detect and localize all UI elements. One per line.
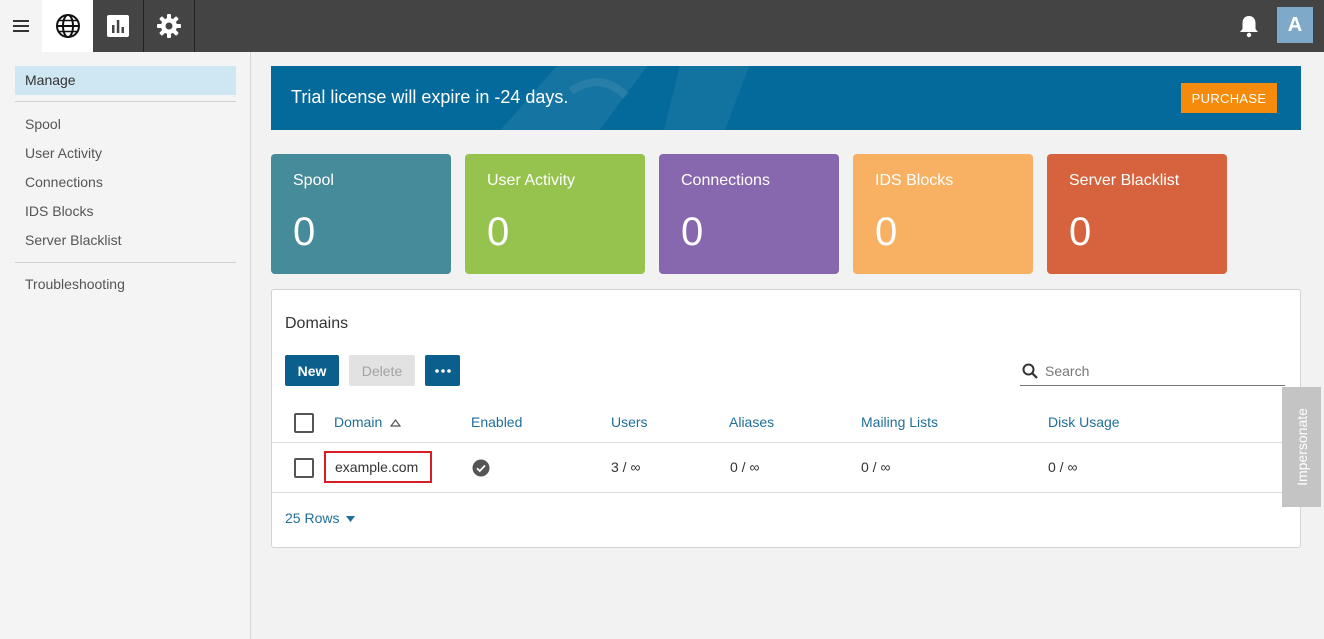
card-value: 0 [1069,210,1092,254]
hamburger-icon [13,20,29,32]
sidebar-divider [15,262,236,263]
delete-button[interactable]: Delete [349,355,415,386]
column-header-label: Domain [334,414,383,430]
more-horizontal-icon [434,368,451,373]
sidebar-item-connections[interactable]: Connections [25,174,103,190]
mailing-lists-value: 0 / ∞ [861,459,891,475]
card-title: Server Blacklist [1069,172,1180,189]
top-bar: A [0,0,1324,52]
sidebar-item-user-activity[interactable]: User Activity [25,145,102,161]
panel-title: Domains [285,315,349,332]
card-value: 0 [293,210,316,254]
card-user-activity[interactable]: User Activity 0 [465,154,645,274]
trial-banner: Trial license will expire in -24 days. P… [271,66,1301,130]
row-checkbox[interactable] [294,458,314,478]
card-title: IDS Blocks [875,172,954,189]
check-circle-icon [472,459,490,477]
card-title: Connections [681,172,770,189]
tab-settings[interactable] [144,0,195,52]
domain-link[interactable]: example.com [324,451,432,483]
row-divider [272,492,1300,493]
row-divider [272,442,1300,443]
new-button[interactable]: New [285,355,339,386]
card-ids-blocks[interactable]: IDS Blocks 0 [853,154,1033,274]
disk-usage-value: 0 / ∞ [1048,459,1078,475]
sort-asc-icon [389,419,402,427]
users-value: 3 / ∞ [611,459,641,475]
rows-per-page-dropdown[interactable]: 25 Rows [285,510,356,526]
bell-icon [1240,16,1258,38]
rows-per-page-label: 25 Rows [285,510,340,526]
column-header-enabled[interactable]: Enabled [471,414,522,430]
menu-button[interactable] [0,0,42,52]
search-field [1020,356,1285,386]
card-value: 0 [487,210,510,254]
notifications-button[interactable] [1236,12,1262,40]
select-all-checkbox[interactable] [294,413,314,433]
column-header-domain[interactable]: Domain [334,414,402,430]
impersonate-tab[interactable]: Impersonate [1282,387,1321,507]
aliases-value: 0 / ∞ [730,459,760,475]
domains-panel: Domains New Delete Domain Enabled Users … [271,289,1301,548]
card-server-blacklist[interactable]: Server Blacklist 0 [1047,154,1227,274]
column-header-mailing-lists[interactable]: Mailing Lists [861,414,938,430]
sidebar-item-spool[interactable]: Spool [25,116,61,132]
sidebar: Manage Spool User Activity Connections I… [0,52,251,639]
tab-manage[interactable] [42,0,93,52]
impersonate-label: Impersonate [1293,408,1310,486]
sidebar-item-troubleshooting[interactable]: Troubleshooting [25,276,125,292]
globe-icon [55,14,80,38]
sidebar-item-server-blacklist[interactable]: Server Blacklist [25,232,121,248]
card-title: Spool [293,172,334,189]
card-title: User Activity [487,172,576,189]
column-header-aliases[interactable]: Aliases [729,414,774,430]
bar-chart-icon [107,15,129,37]
sidebar-item-manage[interactable]: Manage [15,66,236,95]
sidebar-divider [15,101,236,102]
column-header-users[interactable]: Users [611,414,648,430]
avatar[interactable]: A [1277,7,1313,43]
gear-icon [157,14,181,38]
sidebar-item-ids-blocks[interactable]: IDS Blocks [25,203,93,219]
search-icon [1022,363,1038,379]
column-header-disk-usage[interactable]: Disk Usage [1048,414,1120,430]
card-value: 0 [681,210,704,254]
tab-reports[interactable] [93,0,144,52]
search-input[interactable] [1045,360,1275,382]
card-value: 0 [875,210,898,254]
card-spool[interactable]: Spool 0 [271,154,451,274]
card-connections[interactable]: Connections 0 [659,154,839,274]
caret-down-icon [346,516,356,523]
more-actions-button[interactable] [425,355,460,386]
trial-message: Trial license will expire in -24 days. [291,87,569,107]
purchase-button[interactable]: PURCHASE [1181,83,1277,113]
